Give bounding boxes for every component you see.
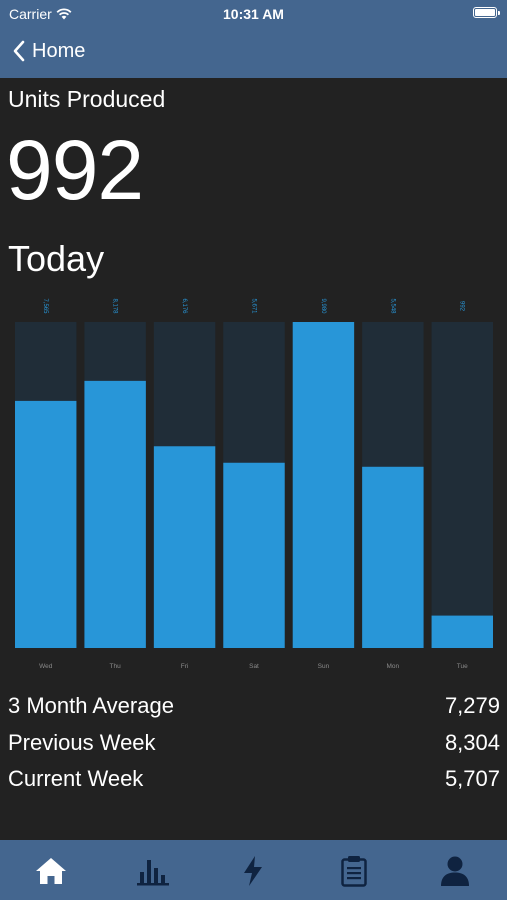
nav-bar: Home <box>0 30 507 78</box>
bar-value-label: 9,980 <box>320 298 326 314</box>
stat-label: 3 Month Average <box>8 693 174 719</box>
tab-home[interactable] <box>31 854 71 888</box>
tab-profile[interactable] <box>435 854 475 888</box>
chevron-left-icon <box>13 40 25 62</box>
stat-row: Current Week 5,707 <box>8 761 500 798</box>
bar-value-label: 5,548 <box>389 298 395 314</box>
stat-value: 5,707 <box>444 766 500 792</box>
bar <box>431 615 493 648</box>
bar-value-label: 6,176 <box>181 298 187 314</box>
period-label: Today <box>8 238 105 279</box>
x-tick-label: Sat <box>249 663 259 670</box>
lightning-icon <box>244 856 262 886</box>
stat-row: Previous Week 8,304 <box>8 725 500 762</box>
bar-value-label: 5,671 <box>250 298 256 314</box>
battery-icon <box>473 7 500 18</box>
x-tick-label: Thu <box>110 663 122 670</box>
tab-stats[interactable] <box>133 854 173 888</box>
bar-value-label: 7,565 <box>42 298 48 314</box>
units-bar-chart: 7,565 Wed 8,178 Thu 6,176 Fri 5,671 Sat 9,980 Sun… <box>15 298 493 670</box>
status-bar: Carrier 10:31 AM <box>0 0 507 30</box>
bar <box>15 400 77 648</box>
bar-value-label: 992 <box>459 301 465 312</box>
person-icon <box>441 856 469 886</box>
bar-value-label: 8,178 <box>112 298 118 314</box>
bar <box>292 322 355 648</box>
page-title: Units Produced <box>8 86 166 112</box>
stats-list: 3 Month Average 7,279 Previous Week 8,30… <box>8 688 500 798</box>
home-icon <box>36 858 66 884</box>
bar <box>362 466 424 648</box>
x-tick-label: Sun <box>318 663 330 670</box>
bar <box>153 446 216 648</box>
bar <box>84 380 146 648</box>
clipboard-icon <box>341 856 367 887</box>
back-button[interactable]: Home <box>12 39 85 63</box>
stat-label: Previous Week <box>8 729 156 755</box>
stat-value: 8,304 <box>444 729 500 755</box>
x-tick-label: Tue <box>457 663 468 670</box>
stat-value: 7,279 <box>444 693 500 719</box>
stat-label: Current Week <box>8 766 144 792</box>
x-tick-label: Fri <box>181 663 189 670</box>
x-tick-label: Wed <box>39 663 53 670</box>
bar-chart-icon <box>137 860 169 886</box>
tab-reports[interactable] <box>334 854 374 888</box>
bar-track <box>431 322 493 648</box>
stat-row: 3 Month Average 7,279 <box>8 688 500 725</box>
x-tick-label: Mon <box>387 663 400 670</box>
bar <box>223 462 285 648</box>
back-label: Home <box>32 39 86 62</box>
tab-bar <box>0 840 507 900</box>
units-value: 992 <box>6 123 144 217</box>
tab-alerts[interactable] <box>233 854 273 888</box>
status-time: 10:31 AM <box>223 6 284 22</box>
